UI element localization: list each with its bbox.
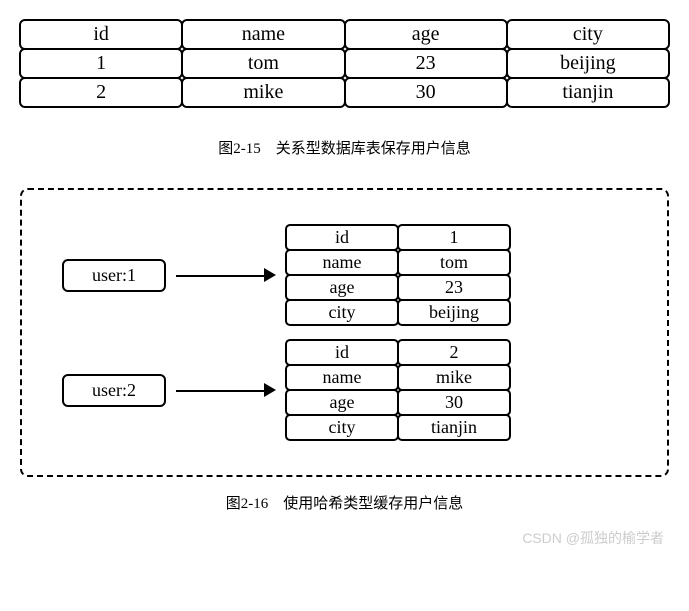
- data-cell: 2: [19, 77, 183, 108]
- arrow-icon: [176, 380, 276, 400]
- header-cell: city: [506, 19, 670, 50]
- hash-row: name mike: [286, 365, 510, 390]
- table-header-row: id name age city: [20, 20, 669, 49]
- hash-row: name tom: [286, 250, 510, 275]
- hash-row: age 30: [286, 390, 510, 415]
- figure-caption-216: 图2-16 使用哈希类型缓存用户信息: [20, 492, 669, 513]
- field-name: city: [285, 299, 399, 326]
- data-cell: 23: [344, 48, 508, 79]
- field-name: age: [285, 274, 399, 301]
- figure-caption-215: 图2-15 关系型数据库表保存用户信息: [20, 137, 669, 158]
- watermark: CSDN @孤独的榆学者: [522, 528, 664, 548]
- data-cell: tianjin: [506, 77, 670, 108]
- data-cell: 1: [19, 48, 183, 79]
- field-name: age: [285, 389, 399, 416]
- hash-key: user:2: [62, 374, 166, 407]
- field-name: name: [285, 249, 399, 276]
- field-value: 1: [397, 224, 511, 251]
- field-name: name: [285, 364, 399, 391]
- field-value: tom: [397, 249, 511, 276]
- field-value: mike: [397, 364, 511, 391]
- hash-row: age 23: [286, 275, 510, 300]
- relational-table: id name age city 1 tom 23 beijing 2 mike…: [20, 20, 669, 107]
- table-row: 2 mike 30 tianjin: [20, 78, 669, 107]
- hash-row: city tianjin: [286, 415, 510, 440]
- field-value: tianjin: [397, 414, 511, 441]
- field-value: 23: [397, 274, 511, 301]
- hash-entry: user:1 id 1 name tom age 23 city beijing: [42, 225, 637, 325]
- header-cell: name: [181, 19, 345, 50]
- header-cell: id: [19, 19, 183, 50]
- hash-row: id 1: [286, 225, 510, 250]
- data-cell: mike: [181, 77, 345, 108]
- field-name: city: [285, 414, 399, 441]
- arrow-icon: [176, 265, 276, 285]
- hash-key: user:1: [62, 259, 166, 292]
- hash-entry: user:2 id 2 name mike age 30 city tianji…: [42, 340, 637, 440]
- data-cell: 30: [344, 77, 508, 108]
- field-value: 30: [397, 389, 511, 416]
- field-value: beijing: [397, 299, 511, 326]
- hash-row: city beijing: [286, 300, 510, 325]
- header-cell: age: [344, 19, 508, 50]
- table-row: 1 tom 23 beijing: [20, 49, 669, 78]
- hash-field-table: id 2 name mike age 30 city tianjin: [286, 340, 510, 440]
- hash-container: user:1 id 1 name tom age 23 city beijing…: [20, 188, 669, 477]
- field-name: id: [285, 224, 399, 251]
- hash-field-table: id 1 name tom age 23 city beijing: [286, 225, 510, 325]
- data-cell: beijing: [506, 48, 670, 79]
- hash-row: id 2: [286, 340, 510, 365]
- data-cell: tom: [181, 48, 345, 79]
- field-name: id: [285, 339, 399, 366]
- field-value: 2: [397, 339, 511, 366]
